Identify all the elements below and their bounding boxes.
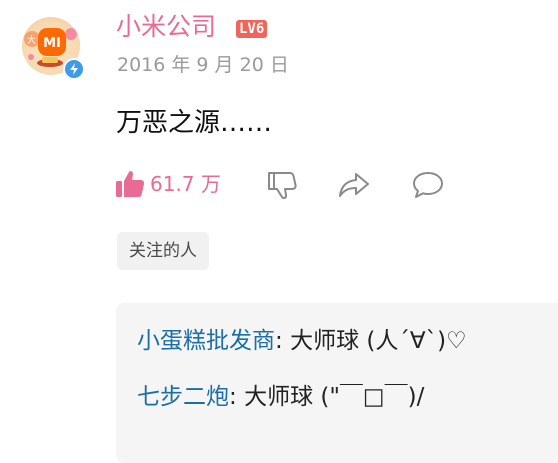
- level-badge: LV6: [236, 20, 268, 38]
- comment-button[interactable]: [410, 168, 446, 202]
- reply-author[interactable]: 小蛋糕批发商: [137, 328, 275, 354]
- reply-separator: :: [275, 328, 291, 354]
- verified-badge-icon: [63, 58, 85, 80]
- reply-text: 大师球 ("￣□￣)/: [244, 384, 425, 410]
- like-button[interactable]: 61.7 万: [114, 168, 221, 200]
- svg-text:MI: MI: [43, 36, 61, 51]
- reply-text: 大师球 (人´∀`)♡: [290, 328, 467, 354]
- svg-text:大: 大: [27, 34, 36, 46]
- reply-item[interactable]: 小蛋糕批发商: 大师球 (人´∀`)♡: [137, 326, 467, 356]
- dislike-button[interactable]: [265, 168, 299, 202]
- username[interactable]: 小米公司: [116, 12, 216, 42]
- avatar[interactable]: 大 MI: [22, 17, 86, 81]
- thumbs-down-icon: [268, 172, 297, 200]
- post-card: 大 MI 小米公司 LV6 2016 年 9 月 20 日 万恶之源…… 61.…: [0, 0, 558, 463]
- share-arrow-icon: [339, 173, 369, 197]
- thumbs-up-icon: [116, 171, 145, 197]
- like-count: 61.7 万: [150, 172, 221, 196]
- timestamp: 2016 年 9 月 20 日: [117, 54, 289, 76]
- reply-author[interactable]: 七步二炮: [137, 384, 229, 410]
- share-button[interactable]: [337, 168, 371, 202]
- post-content: 万恶之源……: [116, 108, 273, 138]
- reply-item[interactable]: 七步二炮: 大师球 ("￣□￣)/: [137, 382, 424, 412]
- following-tag[interactable]: 关注的人: [117, 232, 209, 270]
- reply-separator: :: [229, 384, 245, 410]
- comment-bubble-icon: [413, 172, 443, 198]
- replies-panel: 小蛋糕批发商: 大师球 (人´∀`)♡ 七步二炮: 大师球 ("￣□￣)/: [116, 303, 558, 463]
